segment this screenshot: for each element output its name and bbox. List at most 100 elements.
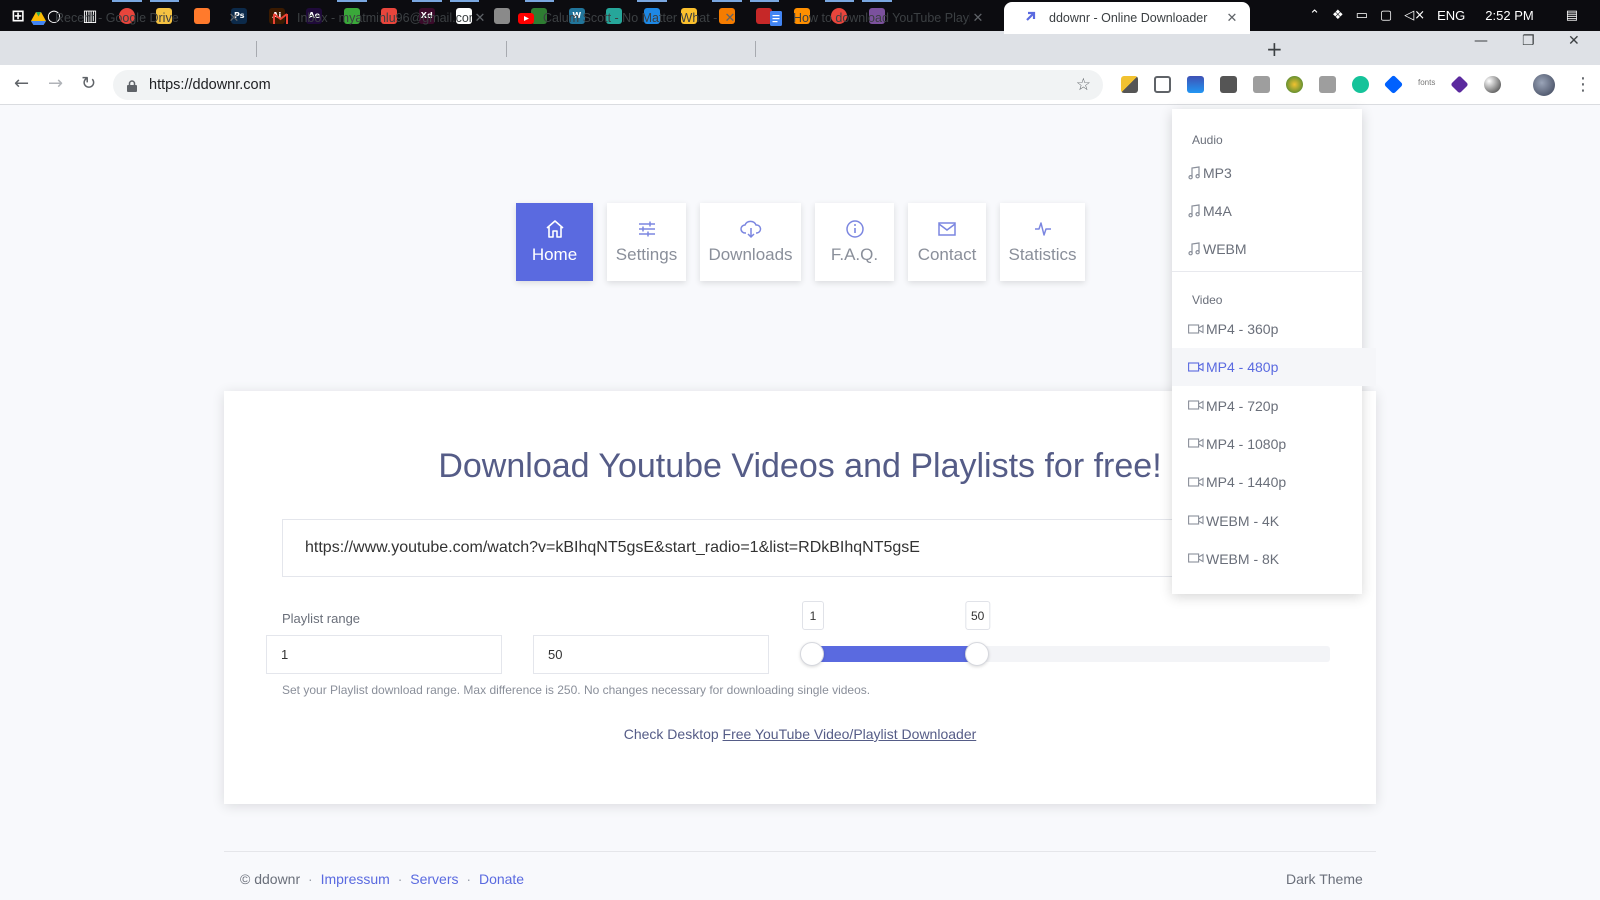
format-video-mp4-1440p[interactable]: MP4 - 1440p (1172, 463, 1362, 501)
extension-cube-icon[interactable] (1450, 75, 1469, 94)
extension-fonts-icon[interactable]: fonts (1418, 78, 1435, 87)
footer-link-servers[interactable]: Servers (410, 871, 458, 887)
forward-button[interactable]: → (48, 73, 63, 94)
close-window-button[interactable]: ✕ (1568, 33, 1580, 49)
range-end-input[interactable] (548, 647, 768, 662)
slider-start-tooltip: 1 (802, 601, 824, 630)
nav-settings[interactable]: Settings (607, 203, 686, 281)
footer-link-impressum[interactable]: Impressum (321, 871, 390, 887)
minimize-button[interactable]: — (1474, 33, 1488, 49)
format-label: WEBM - 4K (1206, 512, 1280, 529)
dark-theme-toggle[interactable]: Dark Theme (1286, 871, 1363, 887)
video-camera-icon (1188, 400, 1204, 410)
address-bar[interactable]: https://ddownr.com ☆ (113, 70, 1103, 100)
nav-home[interactable]: Home (516, 203, 593, 281)
playlist-range-slider[interactable]: 1 50 (800, 601, 1330, 666)
tab-google-drive[interactable]: Recent - Google Drive ✕ (10, 2, 252, 34)
extension-fontface-icon[interactable] (1253, 76, 1270, 93)
range-start-field[interactable] (266, 635, 502, 674)
reload-button[interactable]: ↻ (81, 73, 96, 94)
page-content: Home Settings Downloads F.A.Q. Contact S… (0, 105, 1600, 900)
restore-button[interactable]: ❐ (1522, 33, 1535, 49)
format-video-mp4-360p[interactable]: MP4 - 360p (1172, 310, 1362, 348)
nav-contact[interactable]: Contact (908, 203, 986, 281)
tab-title: Calum Scott - No Matter What - (543, 11, 718, 25)
video-url-input[interactable] (305, 539, 1321, 557)
close-icon[interactable]: ✕ (226, 11, 242, 26)
back-button[interactable]: ← (14, 73, 29, 94)
extension-code-icon[interactable] (1319, 76, 1336, 93)
format-label: MP4 - 480p (1206, 359, 1279, 376)
format-video-webm-8k[interactable]: WEBM - 8K (1172, 540, 1362, 578)
format-audio-m4a[interactable]: M4A (1172, 192, 1362, 230)
dropbox-icon[interactable]: ❖ (1332, 8, 1344, 23)
network-icon[interactable]: ▢ (1380, 8, 1392, 23)
nav-faq[interactable]: F.A.Q. (815, 203, 894, 281)
range-end-field[interactable] (533, 635, 769, 674)
footer: © ddownr · Impressum · Servers · Donate (240, 871, 524, 887)
tab-separator (755, 41, 756, 57)
close-icon[interactable]: ✕ (970, 11, 986, 26)
tab-gmail[interactable]: Inbox - myatminlu96@gmail.com ✕ (252, 2, 498, 34)
tab-ddownr[interactable]: ddownr - Online Downloader ✕ (1004, 2, 1250, 34)
notifications-icon[interactable]: ▤ (1566, 8, 1578, 23)
extension-dropbox-icon[interactable] (1383, 74, 1404, 95)
nav-label: Home (531, 245, 578, 264)
format-video-webm-4k[interactable]: WEBM - 4K (1172, 502, 1362, 540)
format-audio-mp3[interactable]: MP3 (1172, 154, 1362, 192)
format-label: MP3 (1203, 165, 1232, 181)
video-camera-icon (1188, 323, 1204, 334)
video-header: Video (1192, 293, 1223, 307)
tab-separator (506, 41, 507, 57)
close-icon[interactable]: ✕ (1224, 11, 1240, 26)
footer-divider (224, 851, 1376, 852)
nav-statistics[interactable]: Statistics (1000, 203, 1085, 281)
desktop-promo-text: Check Desktop (623, 726, 719, 742)
footer-separator: · (397, 871, 403, 887)
playlist-range-label: Playlist range (282, 611, 361, 626)
format-video-mp4-480p[interactable]: MP4 - 480p (1172, 348, 1376, 387)
close-icon[interactable]: ✕ (722, 11, 738, 26)
slider-start-handle[interactable]: 1 (800, 601, 824, 666)
nav-label: Statistics (1008, 245, 1077, 264)
range-start-input[interactable] (281, 647, 501, 662)
tab-title: Recent - Google Drive (55, 11, 179, 25)
nav-downloads[interactable]: Downloads (700, 203, 801, 281)
extension-shield-icon[interactable] (1220, 76, 1237, 93)
format-video-mp4-720p[interactable]: MP4 - 720p (1172, 387, 1362, 425)
video-camera-icon (1188, 515, 1204, 525)
language-indicator[interactable]: ENG (1437, 8, 1465, 23)
extension-globe-icon[interactable] (1286, 76, 1303, 93)
battery-icon[interactable]: ▭ (1356, 8, 1368, 23)
slider-end-handle[interactable]: 50 (964, 601, 991, 666)
close-icon[interactable]: ✕ (472, 11, 488, 26)
bookmark-star-icon[interactable]: ☆ (1076, 75, 1091, 95)
footer-copyright: © ddownr (240, 871, 301, 887)
extension-pen-icon[interactable] (1121, 76, 1138, 93)
volume-muted-icon[interactable]: ◁× (1404, 8, 1425, 23)
lock-icon[interactable] (127, 79, 137, 92)
extension-grammarly-icon[interactable] (1352, 76, 1369, 93)
chevron-up-icon[interactable]: ⌃ (1309, 8, 1320, 23)
audio-header: Audio (1192, 133, 1223, 147)
video-url-field[interactable] (282, 519, 1322, 577)
extension-sphere-icon[interactable] (1484, 76, 1501, 93)
format-video-mp4-1080p[interactable]: MP4 - 1080p (1172, 425, 1362, 463)
format-audio-webm[interactable]: WEBM (1172, 230, 1362, 268)
slider-fill (812, 646, 977, 662)
desktop-promo: Check Desktop Free YouTube Video/Playlis… (224, 726, 1376, 742)
tab-youtube[interactable]: Calum Scott - No Matter What - ✕ (498, 2, 748, 34)
desktop-downloader-link[interactable]: Free YouTube Video/Playlist Downloader (723, 726, 977, 742)
browser-menu-icon[interactable]: ⋮ (1574, 74, 1592, 95)
video-camera-icon (1188, 477, 1204, 487)
profile-avatar[interactable] (1533, 74, 1555, 96)
clock[interactable]: 2:52 PM (1485, 8, 1533, 23)
footer-link-donate[interactable]: Donate (479, 871, 524, 887)
new-tab-button[interactable]: + (1266, 37, 1283, 61)
tab-google-docs[interactable]: How to download YouTube Playlis ✕ (748, 2, 996, 34)
extension-cast-icon[interactable] (1154, 76, 1171, 93)
playlist-range-hint: Set your Playlist download range. Max di… (282, 683, 871, 697)
extension-colorzilla-icon[interactable] (1187, 76, 1204, 93)
browser-toolbar: ← → ↻ https://ddownr.com ☆ fonts ⋮ (0, 65, 1600, 105)
music-note-icon (1188, 204, 1200, 218)
